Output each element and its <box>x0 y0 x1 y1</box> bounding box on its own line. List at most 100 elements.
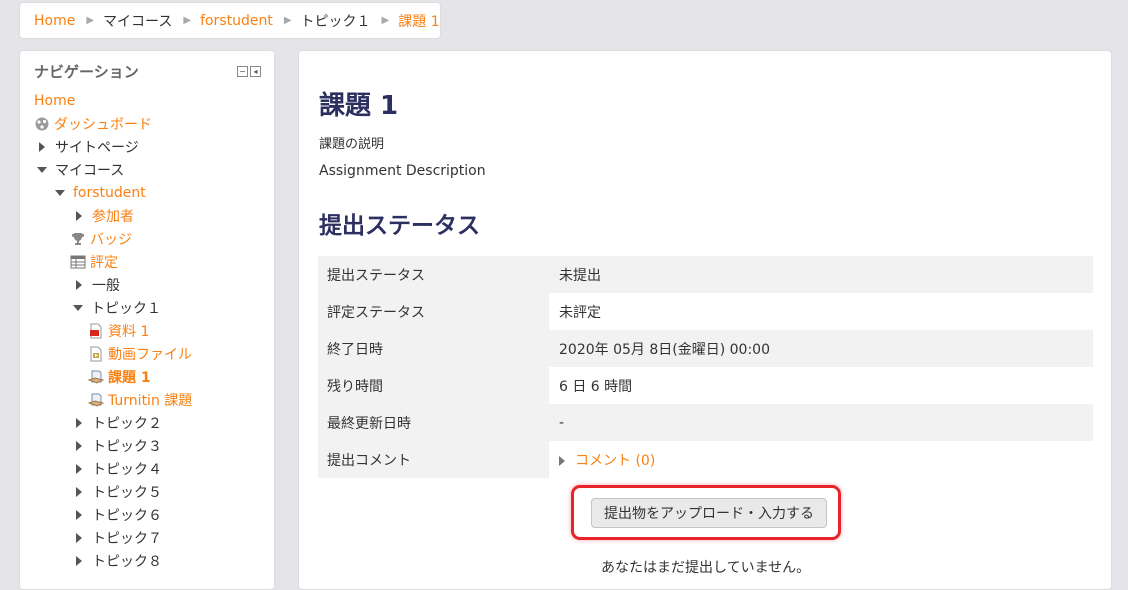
nav-item-label: トピック２ <box>92 416 162 432</box>
block-controls: − ◂ <box>237 66 261 77</box>
nav-item-dashboard[interactable]: ダッシュボード <box>34 113 152 135</box>
expand-arrow-icon <box>76 441 82 451</box>
nav-item-label: トピック１ <box>91 301 161 317</box>
expand-arrow-icon <box>76 418 82 428</box>
row-value: 2020年 05月 8日(金曜日) 00:00 <box>549 330 1093 367</box>
nav-item-participants[interactable]: 参加者 <box>74 205 134 227</box>
description-label: 課題の説明 <box>319 137 385 152</box>
table-row: 提出ステータス 未提出 <box>318 256 1093 293</box>
breadcrumb-topic[interactable]: トピック１ <box>301 11 371 31</box>
row-value: 未提出 <box>549 256 1093 293</box>
nav-item-turnitin[interactable]: Turnitin 課題 <box>88 389 192 411</box>
nav-item-site-pages[interactable]: サイトページ <box>37 136 139 158</box>
row-label: 提出コメント <box>318 441 549 478</box>
expand-arrow-icon <box>559 455 565 466</box>
navigation-block: ナビゲーション − ◂ Home ダッシュボード サイトページ マイコース fo… <box>19 50 275 590</box>
row-value: 6 日 6 時間 <box>549 367 1093 404</box>
table-row: 最終更新日時 - <box>318 404 1093 441</box>
row-label: 最終更新日時 <box>318 404 549 441</box>
nav-item-label: バッジ <box>90 232 132 248</box>
nav-item-topic-1[interactable]: トピック１ <box>73 297 161 319</box>
expand-arrow-icon <box>76 464 82 474</box>
breadcrumb-separator-icon: ▶ <box>183 15 192 26</box>
nav-item-topic-6[interactable]: トピック６ <box>74 504 162 526</box>
row-value: 未評定 <box>549 293 1093 330</box>
expand-arrow-icon <box>76 211 82 221</box>
nav-item-label: 動画ファイル <box>108 347 192 363</box>
expand-arrow-icon <box>76 487 82 497</box>
nav-item-resource-1[interactable]: 資料 1 <box>88 320 149 342</box>
nav-item-label: 評定 <box>90 255 118 271</box>
row-label: 終了日時 <box>318 330 549 367</box>
nav-item-topic-3[interactable]: トピック３ <box>74 435 162 457</box>
video-file-icon <box>88 346 104 362</box>
nav-item-label: 参加者 <box>92 209 134 225</box>
comments-link[interactable]: コメント (0) <box>575 453 655 469</box>
table-row: 評定ステータス 未評定 <box>318 293 1093 330</box>
nav-item-video-file[interactable]: 動画ファイル <box>88 343 192 365</box>
nav-item-label: サイトページ <box>55 140 139 156</box>
main-region: 課題 1 課題の説明 Assignment Description 提出ステータ… <box>298 50 1112 590</box>
assignment-description: Assignment Description <box>319 163 486 179</box>
dashboard-icon <box>34 116 50 132</box>
nav-item-label: トピック７ <box>92 531 162 547</box>
nav-item-label: 資料 1 <box>108 324 150 340</box>
nav-item-label: ダッシュボード <box>54 117 152 133</box>
table-row: 提出コメント コメント (0) <box>318 441 1093 478</box>
collapse-block-icon[interactable]: − <box>237 66 248 77</box>
submission-status-heading: 提出ステータス <box>319 213 480 239</box>
breadcrumb-current[interactable]: 課題 1 <box>398 11 439 31</box>
nav-item-label: Turnitin 課題 <box>108 393 193 409</box>
dock-block-icon[interactable]: ◂ <box>250 66 261 77</box>
nav-item-general[interactable]: 一般 <box>74 274 120 296</box>
nav-item-assignment-1[interactable]: 課題 1 <box>88 366 151 388</box>
submission-status-table: 提出ステータス 未提出 評定ステータス 未評定 終了日時 2020年 05月 8… <box>318 256 1093 478</box>
assignment-icon <box>88 369 104 385</box>
expand-arrow-icon <box>39 142 45 152</box>
expand-arrow-icon <box>76 280 82 290</box>
nav-item-grades[interactable]: 評定 <box>70 251 118 273</box>
page-title: 課題 1 <box>319 91 399 121</box>
breadcrumb-my-courses[interactable]: マイコース <box>103 11 172 31</box>
nav-item-home[interactable]: Home <box>34 90 75 112</box>
not-submitted-message: あなたはまだ提出していません。 <box>601 560 811 576</box>
breadcrumb: Home ▶ マイコース ▶ forstudent ▶ トピック１ ▶ 課題 1 <box>19 2 441 39</box>
breadcrumb-home[interactable]: Home <box>34 13 75 29</box>
nav-item-topic-5[interactable]: トピック５ <box>74 481 162 503</box>
comments-cell: コメント (0) <box>549 441 1093 478</box>
nav-item-label: トピック６ <box>92 508 162 524</box>
nav-item-label: 課題 1 <box>108 370 151 386</box>
expand-arrow-icon <box>76 533 82 543</box>
nav-item-label: トピック３ <box>92 439 162 455</box>
row-label: 提出ステータス <box>318 256 549 293</box>
nav-item-label: 一般 <box>92 278 120 294</box>
nav-item-label: Home <box>34 93 76 109</box>
grades-table-icon <box>70 254 86 270</box>
breadcrumb-separator-icon: ▶ <box>381 15 390 26</box>
breadcrumb-separator-icon: ▶ <box>283 15 292 26</box>
nav-item-topic-2[interactable]: トピック２ <box>74 412 162 434</box>
nav-item-label: トピック５ <box>92 485 162 501</box>
nav-item-label: トピック８ <box>92 554 162 570</box>
collapse-arrow-icon <box>55 190 65 196</box>
expand-arrow-icon <box>76 510 82 520</box>
nav-item-course-forstudent[interactable]: forstudent <box>55 182 146 204</box>
table-row: 終了日時 2020年 05月 8日(金曜日) 00:00 <box>318 330 1093 367</box>
table-row: 残り時間 6 日 6 時間 <box>318 367 1093 404</box>
collapse-arrow-icon <box>73 305 83 311</box>
navigation-title: ナビゲーション <box>34 63 139 81</box>
nav-item-badges[interactable]: バッジ <box>70 228 132 250</box>
nav-item-my-courses[interactable]: マイコース <box>37 159 124 181</box>
upload-submission-button[interactable]: 提出物をアップロード・入力する <box>591 498 827 528</box>
nav-item-topic-8[interactable]: トピック８ <box>74 550 162 572</box>
pdf-file-icon <box>88 323 104 339</box>
nav-item-topic-7[interactable]: トピック７ <box>74 527 162 549</box>
expand-arrow-icon <box>76 556 82 566</box>
nav-item-topic-4[interactable]: トピック４ <box>74 458 162 480</box>
nav-item-label: マイコース <box>55 163 125 179</box>
row-label: 残り時間 <box>318 367 549 404</box>
breadcrumb-course[interactable]: forstudent <box>200 13 273 29</box>
row-label: 評定ステータス <box>318 293 549 330</box>
breadcrumb-separator-icon: ▶ <box>86 15 95 26</box>
nav-item-label: forstudent <box>73 185 146 201</box>
